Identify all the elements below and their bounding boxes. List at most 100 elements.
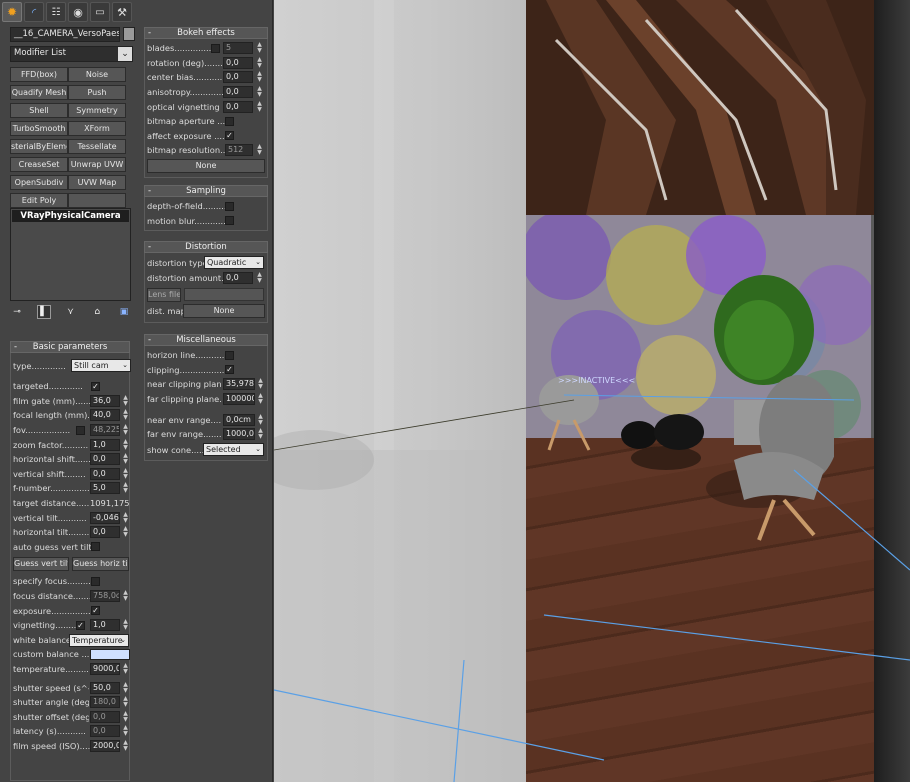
bokeh-none-button[interactable]: None: [147, 158, 265, 173]
viewport[interactable]: >>>INACTIVE<<<: [274, 0, 910, 782]
vertical-shift-spinner[interactable]: 0,0: [90, 467, 120, 480]
object-name-field[interactable]: __16_CAMERA_VersoPaesa: [10, 27, 120, 42]
modifier-button[interactable]: Tessellate: [68, 139, 126, 154]
spinner-arrows-icon[interactable]: ▲ ▼: [122, 482, 129, 494]
distortion-type-dropdown[interactable]: Quadratic ⌄: [204, 256, 264, 269]
spinner-arrows-icon[interactable]: ▲ ▼: [122, 619, 129, 631]
rollout-header[interactable]: - Bokeh effects: [144, 27, 268, 39]
spinner-arrows-icon[interactable]: ▲ ▼: [122, 696, 129, 708]
spinner-arrows-icon[interactable]: ▲ ▼: [256, 42, 263, 54]
custom-balance-color-swatch[interactable]: [90, 648, 130, 660]
film-speed-spinner[interactable]: 2000,0: [90, 739, 120, 752]
modifier-button[interactable]: Symmetry: [68, 103, 126, 118]
show-cone-dropdown[interactable]: Selected ⌄: [203, 442, 264, 456]
horizon-line-checkbox[interactable]: [225, 350, 234, 360]
vignetting-spinner[interactable]: 1,0: [90, 619, 120, 632]
anisotropy-spinner[interactable]: 0,0: [223, 86, 253, 99]
clipping-checkbox[interactable]: ✓: [225, 365, 234, 375]
rotation-spinner[interactable]: 0,0: [223, 56, 253, 69]
fov-checkbox[interactable]: [76, 425, 85, 435]
tab-modify[interactable]: ◜: [24, 2, 44, 22]
rollout-header[interactable]: - Sampling: [144, 185, 268, 197]
vignetting-checkbox[interactable]: ✓: [76, 620, 85, 630]
f-number-spinner[interactable]: 5,0: [90, 482, 120, 495]
spinner-arrows-icon[interactable]: ▲ ▼: [122, 424, 129, 436]
modifier-button[interactable]: Unwrap UVW: [68, 157, 126, 172]
temperature-spinner[interactable]: 9000,0: [90, 662, 120, 675]
tab-motion[interactable]: ◉: [68, 2, 88, 22]
modifier-button[interactable]: XForm: [68, 121, 126, 136]
near-clip-spinner[interactable]: 35,978cm: [223, 378, 255, 391]
horizontal-tilt-spinner[interactable]: 0,0: [90, 526, 120, 539]
spinner-arrows-icon[interactable]: ▲ ▼: [122, 394, 129, 407]
guess-horiz-tilt-button[interactable]: Guess horiz tilt: [72, 557, 129, 572]
spinner-arrows-icon[interactable]: ▲ ▼: [122, 590, 129, 602]
center-bias-spinner[interactable]: 0,0: [223, 71, 253, 84]
zoom-factor-spinner[interactable]: 1,0: [90, 438, 120, 451]
modifier-button-empty[interactable]: [68, 193, 126, 208]
modifier-button[interactable]: sterialByEleme: [10, 139, 68, 154]
pin-stack-icon[interactable]: ⊸: [10, 305, 24, 319]
spinner-arrows-icon[interactable]: ▲ ▼: [256, 100, 263, 113]
spinner-arrows-icon[interactable]: ▲ ▼: [256, 144, 263, 156]
motion-blur-checkbox[interactable]: [225, 216, 234, 226]
rollout-header[interactable]: - Distortion: [144, 241, 268, 253]
vertical-tilt-spinner[interactable]: -0,046: [90, 511, 120, 524]
spinner-arrows-icon[interactable]: ▲ ▼: [122, 662, 129, 675]
focal-length-spinner[interactable]: 40,0: [90, 409, 120, 422]
spinner-arrows-icon[interactable]: ▲ ▼: [122, 526, 129, 538]
lens-file-path-field[interactable]: [184, 287, 264, 301]
spinner-arrows-icon[interactable]: ▲ ▼: [256, 56, 263, 69]
spinner-arrows-icon[interactable]: ▲ ▼: [257, 378, 264, 390]
guess-vert-tilt-button[interactable]: Guess vert tilt: [13, 557, 69, 572]
rollout-header[interactable]: - Basic parameters: [10, 341, 130, 353]
dof-checkbox[interactable]: [225, 201, 234, 211]
film-gate-spinner[interactable]: 36,0: [90, 394, 120, 407]
shutter-angle-spinner[interactable]: 180,0: [90, 696, 120, 709]
spinner-arrows-icon[interactable]: ▲ ▼: [122, 511, 129, 524]
lens-file-button[interactable]: Lens file: [147, 287, 181, 302]
spinner-arrows-icon[interactable]: ▲ ▼: [122, 467, 129, 480]
auto-guess-checkbox[interactable]: [91, 542, 100, 552]
near-env-spinner[interactable]: 0,0cm: [223, 413, 255, 426]
modifier-button[interactable]: UVW Map: [68, 175, 126, 190]
spinner-arrows-icon[interactable]: ▲ ▼: [122, 739, 129, 752]
bitmap-resolution-spinner[interactable]: 512: [225, 144, 253, 157]
latency-spinner[interactable]: 0,0: [90, 725, 120, 738]
affect-exposure-checkbox[interactable]: ✓: [225, 131, 234, 141]
type-dropdown[interactable]: Still cam ⌄: [71, 359, 131, 372]
distortion-amount-spinner[interactable]: 0,0: [223, 272, 253, 285]
exposure-checkbox[interactable]: ✓: [91, 606, 100, 616]
far-env-spinner[interactable]: 1000,0c: [223, 428, 255, 441]
make-unique-icon[interactable]: ⋎: [64, 305, 78, 319]
far-clip-spinner[interactable]: 100000: [223, 393, 255, 406]
spinner-arrows-icon[interactable]: ▲ ▼: [122, 681, 129, 694]
modifier-stack[interactable]: VRayPhysicalCamera: [10, 208, 131, 301]
blades-checkbox[interactable]: [211, 43, 220, 53]
spinner-arrows-icon[interactable]: ▲ ▼: [256, 272, 263, 284]
modifier-button[interactable]: FFD(box): [10, 67, 68, 82]
spinner-arrows-icon[interactable]: ▲ ▼: [257, 393, 264, 405]
rollout-header[interactable]: - Miscellaneous: [144, 334, 268, 346]
targeted-checkbox[interactable]: ✓: [91, 381, 100, 391]
show-end-result-icon[interactable]: ▌: [36, 305, 51, 319]
modifier-button[interactable]: Push: [68, 85, 126, 100]
spinner-arrows-icon[interactable]: ▲ ▼: [122, 438, 129, 451]
optical-vignetting-spinner[interactable]: 0,0: [223, 100, 253, 113]
spinner-arrows-icon[interactable]: ▲ ▼: [256, 86, 263, 98]
spinner-arrows-icon[interactable]: ▲ ▼: [122, 453, 129, 465]
modifier-button[interactable]: Quadify Mesh: [10, 85, 68, 100]
spinner-arrows-icon[interactable]: ▲ ▼: [122, 725, 129, 737]
tab-hierarchy[interactable]: ☷: [46, 2, 66, 22]
specify-focus-checkbox[interactable]: [91, 576, 100, 586]
modifier-list-dropdown[interactable]: Modifier List ⌄: [10, 46, 133, 62]
shutter-offset-spinner[interactable]: 0,0: [90, 710, 120, 723]
stack-item[interactable]: VRayPhysicalCamera: [12, 210, 129, 222]
spinner-arrows-icon[interactable]: ▲ ▼: [122, 409, 129, 421]
blades-spinner[interactable]: 5: [223, 42, 253, 55]
tab-create[interactable]: ✹: [2, 2, 22, 22]
modifier-button[interactable]: CreaseSet: [10, 157, 68, 172]
white-balance-dropdown[interactable]: Temperature ⌄: [69, 633, 129, 647]
modifier-button[interactable]: TurboSmooth: [10, 121, 68, 136]
shutter-speed-spinner[interactable]: 50,0: [90, 681, 120, 694]
